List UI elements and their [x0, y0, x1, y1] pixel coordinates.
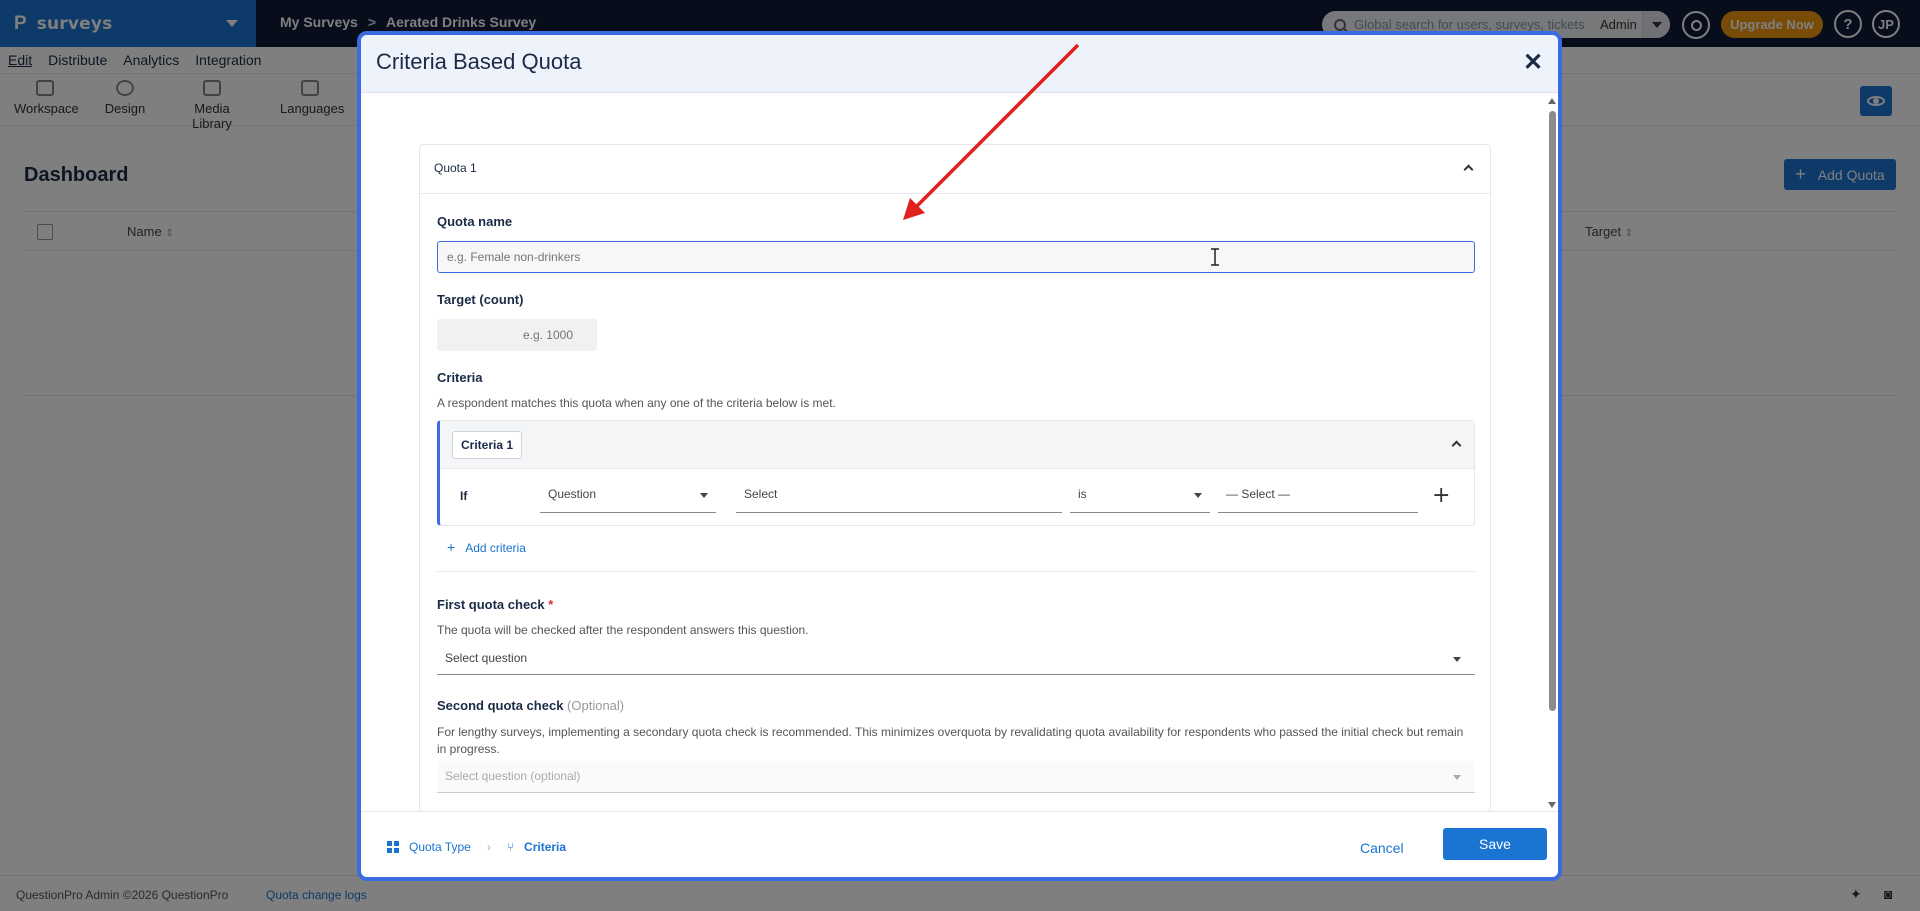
- criteria-type-select[interactable]: Question: [540, 483, 716, 513]
- close-icon[interactable]: ✕: [1523, 48, 1543, 77]
- first-check-help: The quota will be checked after the resp…: [437, 623, 809, 637]
- wizard-steps: Quota Type › ⑂ Criteria: [387, 840, 566, 854]
- criteria-question-value: Select: [744, 487, 778, 501]
- quota-card-header[interactable]: Quota 1: [420, 145, 1490, 194]
- if-label: If: [460, 489, 468, 503]
- criteria-type-value: Question: [548, 487, 597, 501]
- first-check-placeholder: Select question: [445, 651, 528, 665]
- operator-select[interactable]: is: [1070, 483, 1210, 513]
- first-check-label: First quota check *: [437, 597, 554, 612]
- save-button[interactable]: Save: [1443, 828, 1547, 860]
- cancel-button[interactable]: Cancel: [1360, 840, 1404, 856]
- criteria-card-header[interactable]: Criteria 1: [440, 421, 1474, 469]
- chevron-down-icon: [1453, 657, 1461, 662]
- criteria-card: Criteria 1 If Question Select is — Selec…: [437, 420, 1475, 526]
- optional-tag: (Optional): [567, 698, 625, 713]
- modal-body: Quota 1 Quota name Target (count) Criter…: [361, 93, 1546, 811]
- modal-header: Criteria Based Quota ✕: [361, 35, 1558, 93]
- operator-value: is: [1078, 487, 1087, 501]
- add-condition-plus-icon[interactable]: +: [1432, 483, 1450, 508]
- required-marker: *: [548, 597, 554, 612]
- second-check-placeholder: Select question (optional): [445, 769, 581, 783]
- criteria-quota-modal: Criteria Based Quota ✕ Quota 1 Quota nam…: [357, 31, 1562, 881]
- modal-footer: Quota Type › ⑂ Criteria Cancel Save: [361, 811, 1558, 877]
- second-check-help: For lengthy surveys, implementing a seco…: [437, 725, 1464, 756]
- chevron-up-icon[interactable]: [1463, 164, 1474, 175]
- step-criteria[interactable]: Criteria: [524, 840, 566, 854]
- divider: [437, 571, 1475, 572]
- quota-card-title: Quota 1: [434, 161, 477, 175]
- criteria-question-select[interactable]: Select: [736, 483, 1062, 513]
- scroll-down-icon[interactable]: [1548, 802, 1556, 808]
- scroll-up-icon[interactable]: [1548, 98, 1556, 104]
- chevron-right-icon: ›: [486, 840, 491, 854]
- text-cursor-icon: [1211, 248, 1219, 266]
- plus-icon: +: [447, 539, 456, 555]
- quota-card: Quota 1 Quota name Target (count) Criter…: [419, 144, 1491, 811]
- step-quota-type[interactable]: Quota Type: [409, 840, 471, 854]
- criteria-badge: Criteria 1: [452, 431, 522, 459]
- chevron-down-icon: [1453, 775, 1461, 780]
- quota-name-input[interactable]: [437, 241, 1475, 273]
- branch-icon: ⑂: [506, 840, 515, 854]
- add-criteria-label: Add criteria: [465, 541, 526, 555]
- second-check-label: Second quota check (Optional): [437, 698, 625, 713]
- value-select-value: — Select —: [1226, 487, 1291, 501]
- quota-name-label: Quota name: [437, 214, 513, 229]
- criteria-help: A respondent matches this quota when any…: [437, 396, 836, 410]
- chevron-down-icon: [1194, 493, 1202, 498]
- value-select[interactable]: — Select —: [1218, 483, 1418, 513]
- grid-icon: [387, 841, 399, 853]
- scroll-thumb[interactable]: [1549, 111, 1556, 711]
- target-input[interactable]: [437, 319, 597, 351]
- first-check-select[interactable]: Select question: [437, 643, 1475, 675]
- modal-title: Criteria Based Quota: [376, 49, 582, 74]
- chevron-down-icon: [700, 493, 708, 498]
- target-label: Target (count): [437, 292, 524, 307]
- second-check-select[interactable]: Select question (optional): [437, 761, 1475, 793]
- chevron-up-icon[interactable]: [1451, 440, 1462, 451]
- add-criteria-button[interactable]: + Add criteria: [447, 539, 526, 555]
- criteria-label: Criteria: [437, 370, 483, 385]
- modal-scrollbar[interactable]: [1546, 93, 1558, 811]
